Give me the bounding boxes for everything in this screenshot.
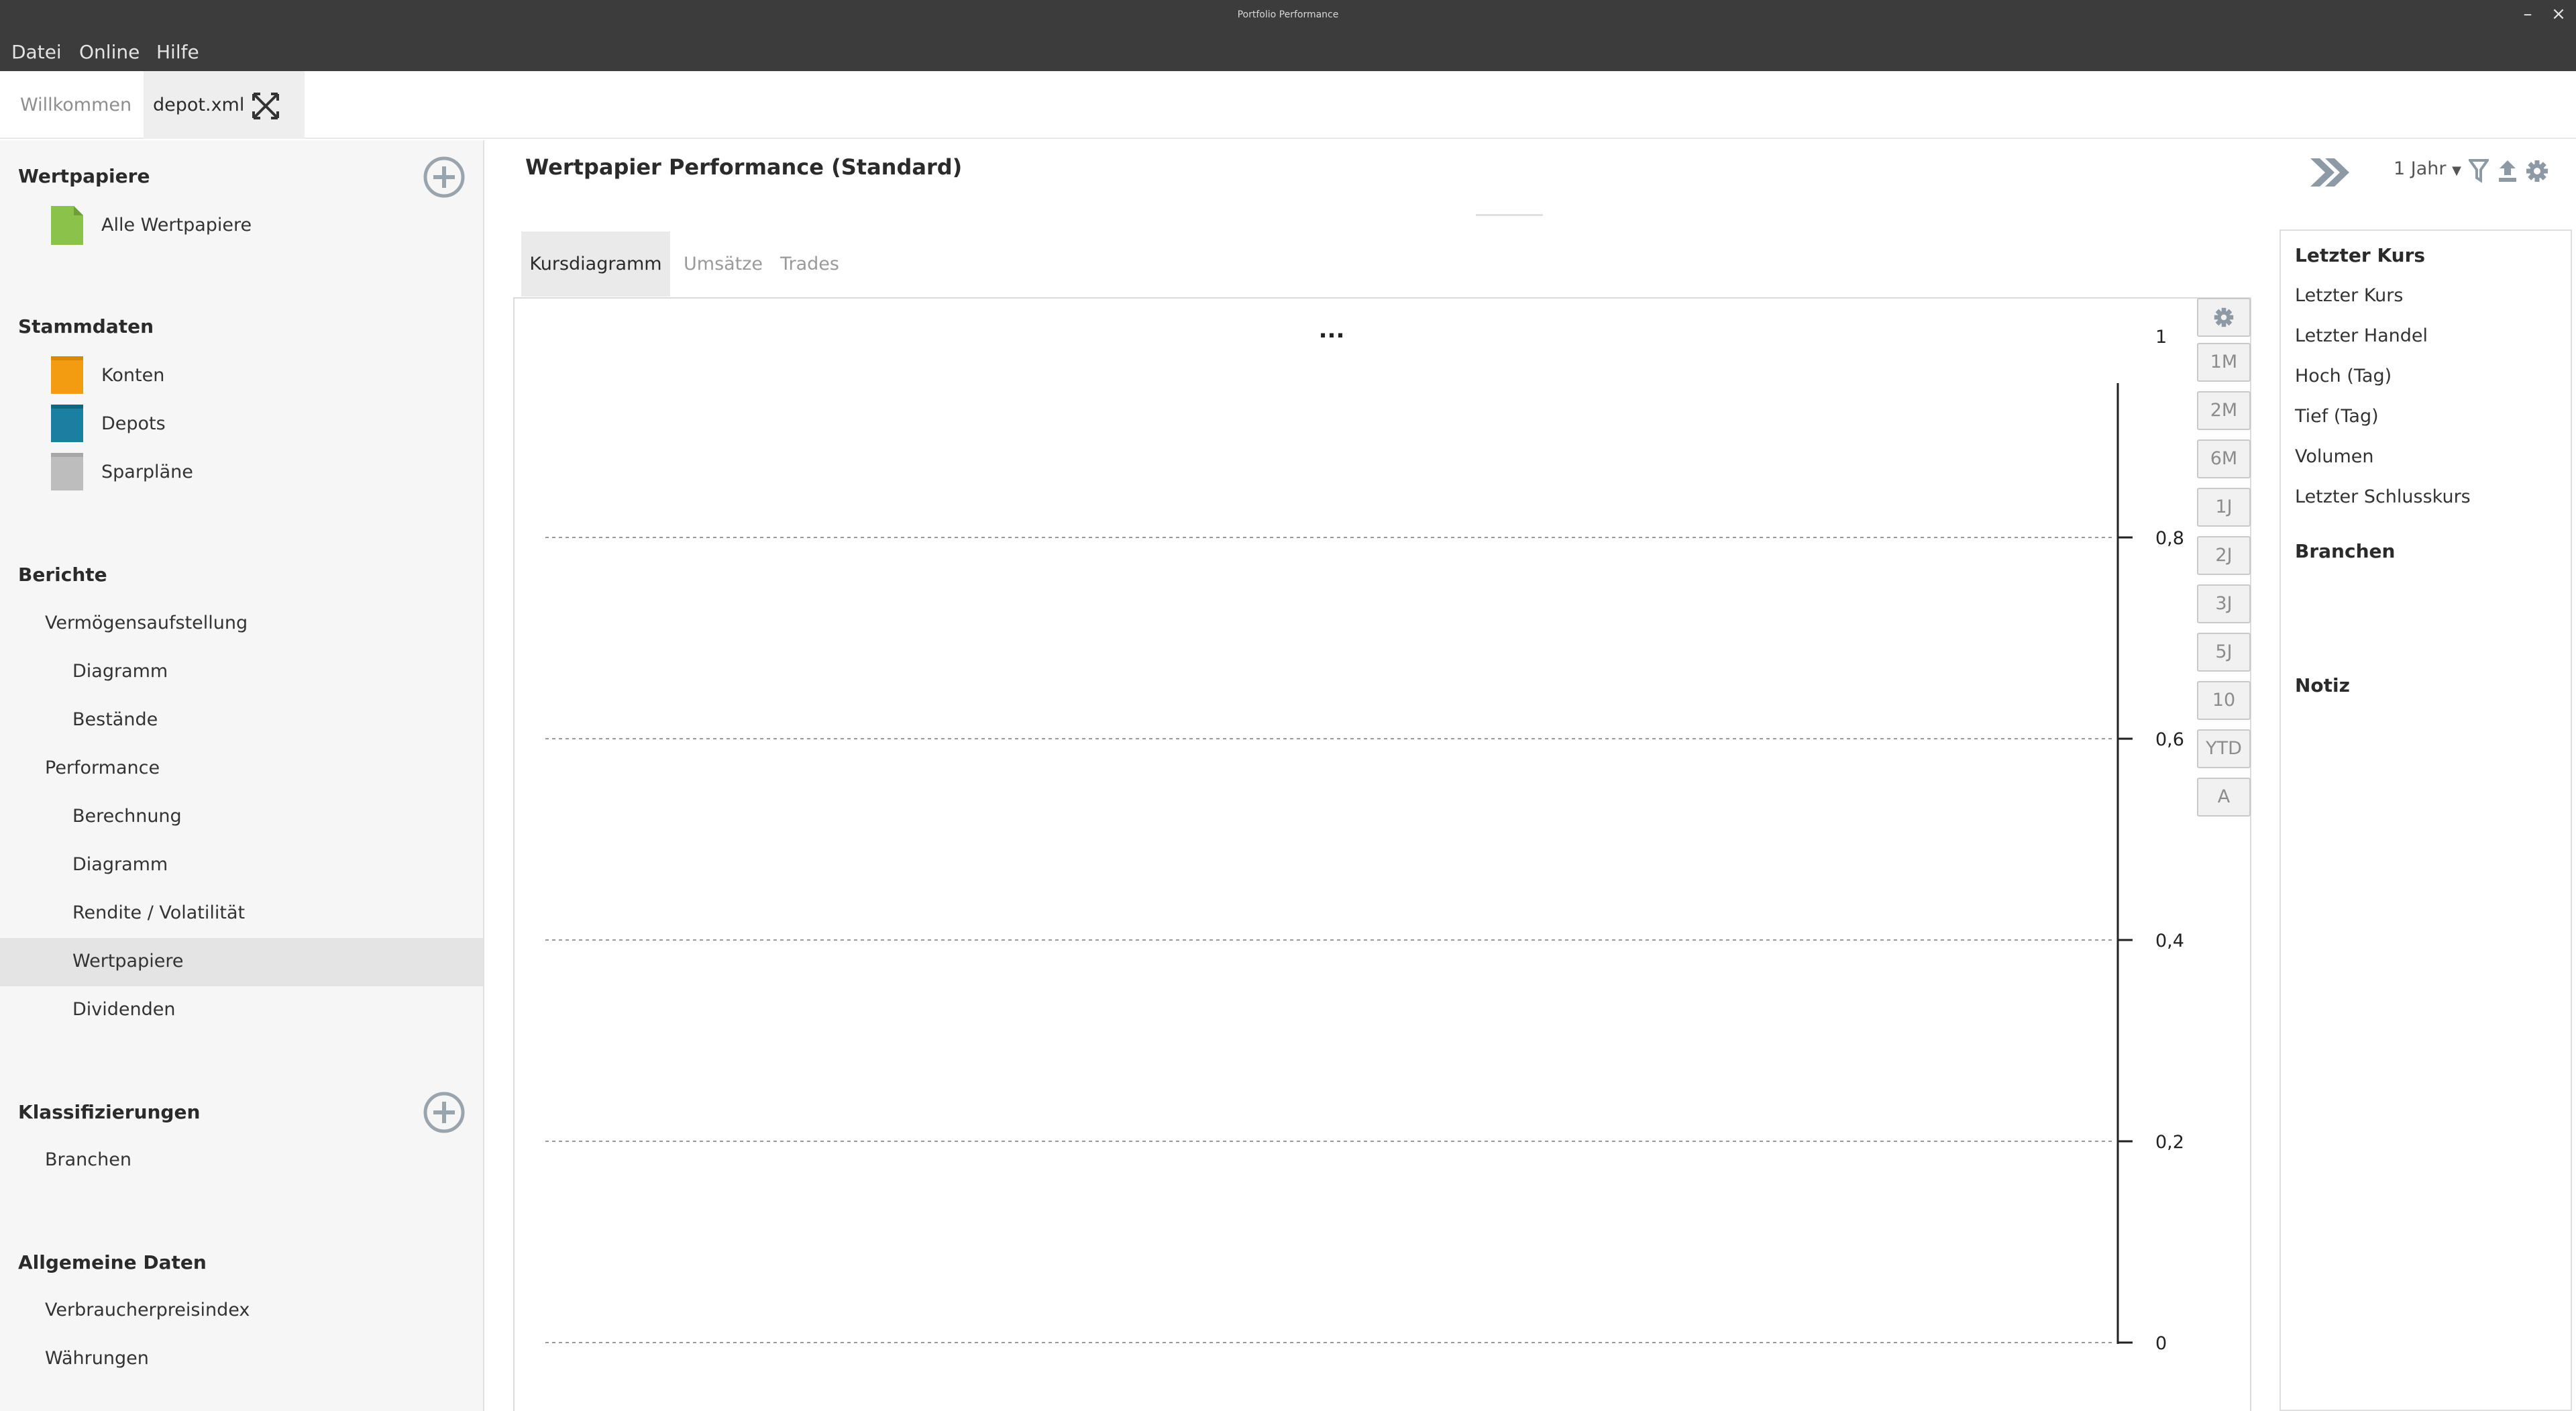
document-icon [51, 206, 83, 245]
settings-gear-icon[interactable] [2525, 158, 2549, 185]
close-window-icon[interactable]: × [2549, 4, 2568, 24]
info-item-letzter-handel: Letzter Handel [2295, 325, 2428, 346]
range-6m-button[interactable]: 6M [2197, 439, 2251, 478]
add-security-icon[interactable] [423, 156, 466, 199]
range-3j-button[interactable]: 3J [2197, 584, 2251, 623]
menu-bar: Datei Online Hilfe [0, 32, 2576, 71]
tab-kursdiagramm[interactable]: Kursdiagramm [521, 231, 670, 297]
tab-umsaetze[interactable]: Umsätze [684, 231, 763, 297]
info-item-volumen: Volumen [2295, 446, 2374, 467]
info-item-tief-tag: Tief (Tag) [2295, 406, 2379, 427]
range-ytd-button[interactable]: YTD [2197, 729, 2251, 768]
info-item-hoch-tag: Hoch (Tag) [2295, 366, 2392, 386]
sidebar-item-performance[interactable]: Performance [45, 757, 160, 778]
section-wertpapiere: Wertpapiere [18, 165, 150, 187]
range-10-button[interactable]: 10 [2197, 681, 2251, 720]
y-tick-label: 0,2 [2155, 1132, 2184, 1153]
sash-divider[interactable] [1476, 214, 1543, 216]
info-heading-branchen: Branchen [2295, 540, 2396, 562]
sidebar-item-depots[interactable]: Depots [101, 413, 166, 434]
sidebar-item-alle-wertpapiere[interactable]: Alle Wertpapiere [101, 215, 252, 236]
chevron-down-icon: ▼ [2452, 164, 2461, 178]
price-chart: ... 1 0,8 0,6 0,4 0,2 0 [545, 317, 2184, 1354]
close-tab-icon[interactable] [251, 91, 280, 121]
sidebar-item-performance-diagramm[interactable]: Diagramm [72, 854, 168, 875]
y-tick-label: 0,8 [2155, 528, 2184, 549]
tab-willkommen[interactable]: Willkommen [7, 71, 134, 139]
sidebar-item-wertpapiere[interactable]: Wertpapiere [72, 951, 183, 972]
sidebar-item-verbraucherpreisindex[interactable]: Verbraucherpreisindex [45, 1300, 250, 1320]
sparplaene-icon [51, 453, 83, 490]
sidebar-item-dividenden[interactable]: Dividenden [72, 999, 176, 1020]
chart-title: ... [1319, 317, 1345, 344]
sidebar-item-branchen[interactable]: Branchen [45, 1149, 131, 1170]
add-classification-icon[interactable] [423, 1091, 466, 1134]
section-klassifizierungen: Klassifizierungen [18, 1101, 201, 1123]
y-tick-label: 0 [2155, 1333, 2167, 1354]
sidebar-item-konten[interactable]: Konten [101, 365, 164, 386]
window-title: Portfolio Performance [1237, 9, 1339, 20]
sidebar-item-waehrungen[interactable]: Währungen [45, 1348, 149, 1369]
tab-trades[interactable]: Trades [780, 231, 839, 297]
range-2j-button[interactable]: 2J [2197, 536, 2251, 575]
page-title: Wertpapier Performance (Standard) [525, 154, 963, 180]
period-label: 1 Jahr [2394, 158, 2447, 179]
menu-online[interactable]: Online [79, 41, 140, 63]
period-dropdown[interactable]: 1 Jahr ▼ [2394, 158, 2461, 179]
sidebar-item-rendite-volatilitaet[interactable]: Rendite / Volatilität [72, 902, 245, 923]
chart-settings-button[interactable] [2197, 298, 2251, 337]
sidebar-item-vermoegen-diagramm[interactable]: Diagramm [72, 661, 168, 682]
tab-depot-xml[interactable]: depot.xml [144, 71, 305, 139]
tab-depot-xml-label: depot.xml [153, 95, 245, 115]
range-a-button[interactable]: A [2197, 778, 2251, 817]
window-titlebar: Portfolio Performance – × [0, 0, 2576, 32]
info-item-letzter-schlusskurs: Letzter Schlusskurs [2295, 486, 2471, 507]
section-stammdaten: Stammdaten [18, 315, 154, 337]
chevrons-right-icon[interactable] [2308, 156, 2352, 189]
range-1j-button[interactable]: 1J [2197, 488, 2251, 527]
sidebar-item-bestaende[interactable]: Bestände [72, 709, 158, 730]
export-icon[interactable] [2497, 158, 2518, 185]
gear-icon [2214, 307, 2234, 327]
y-tick-label: 0,6 [2155, 729, 2184, 750]
section-berichte: Berichte [18, 564, 107, 586]
konten-icon [51, 356, 83, 394]
menu-hilfe[interactable]: Hilfe [156, 41, 199, 63]
range-5j-button[interactable]: 5J [2197, 633, 2251, 672]
sidebar-item-berechnung[interactable]: Berechnung [72, 806, 182, 827]
y-tick-label: 0,4 [2155, 931, 2184, 951]
section-allgemeine-daten: Allgemeine Daten [18, 1251, 207, 1273]
range-2m-button[interactable]: 2M [2197, 391, 2251, 430]
sidebar-item-vermoegensaufstellung[interactable]: Vermögensaufstellung [45, 613, 248, 633]
editor-tab-bar: Willkommen depot.xml [0, 71, 2576, 139]
info-item-letzter-kurs: Letzter Kurs [2295, 285, 2404, 306]
menu-datei[interactable]: Datei [11, 41, 62, 63]
filter-icon[interactable] [2469, 158, 2489, 185]
depots-icon [51, 405, 83, 442]
sidebar-item-sparplaene[interactable]: Sparpläne [101, 462, 193, 482]
y-tick-label: 1 [2155, 327, 2167, 348]
info-heading-notiz: Notiz [2295, 674, 2350, 696]
info-heading-letzter-kurs: Letzter Kurs [2295, 244, 2426, 266]
minimize-icon[interactable]: – [2518, 4, 2537, 24]
range-1m-button[interactable]: 1M [2197, 343, 2251, 382]
